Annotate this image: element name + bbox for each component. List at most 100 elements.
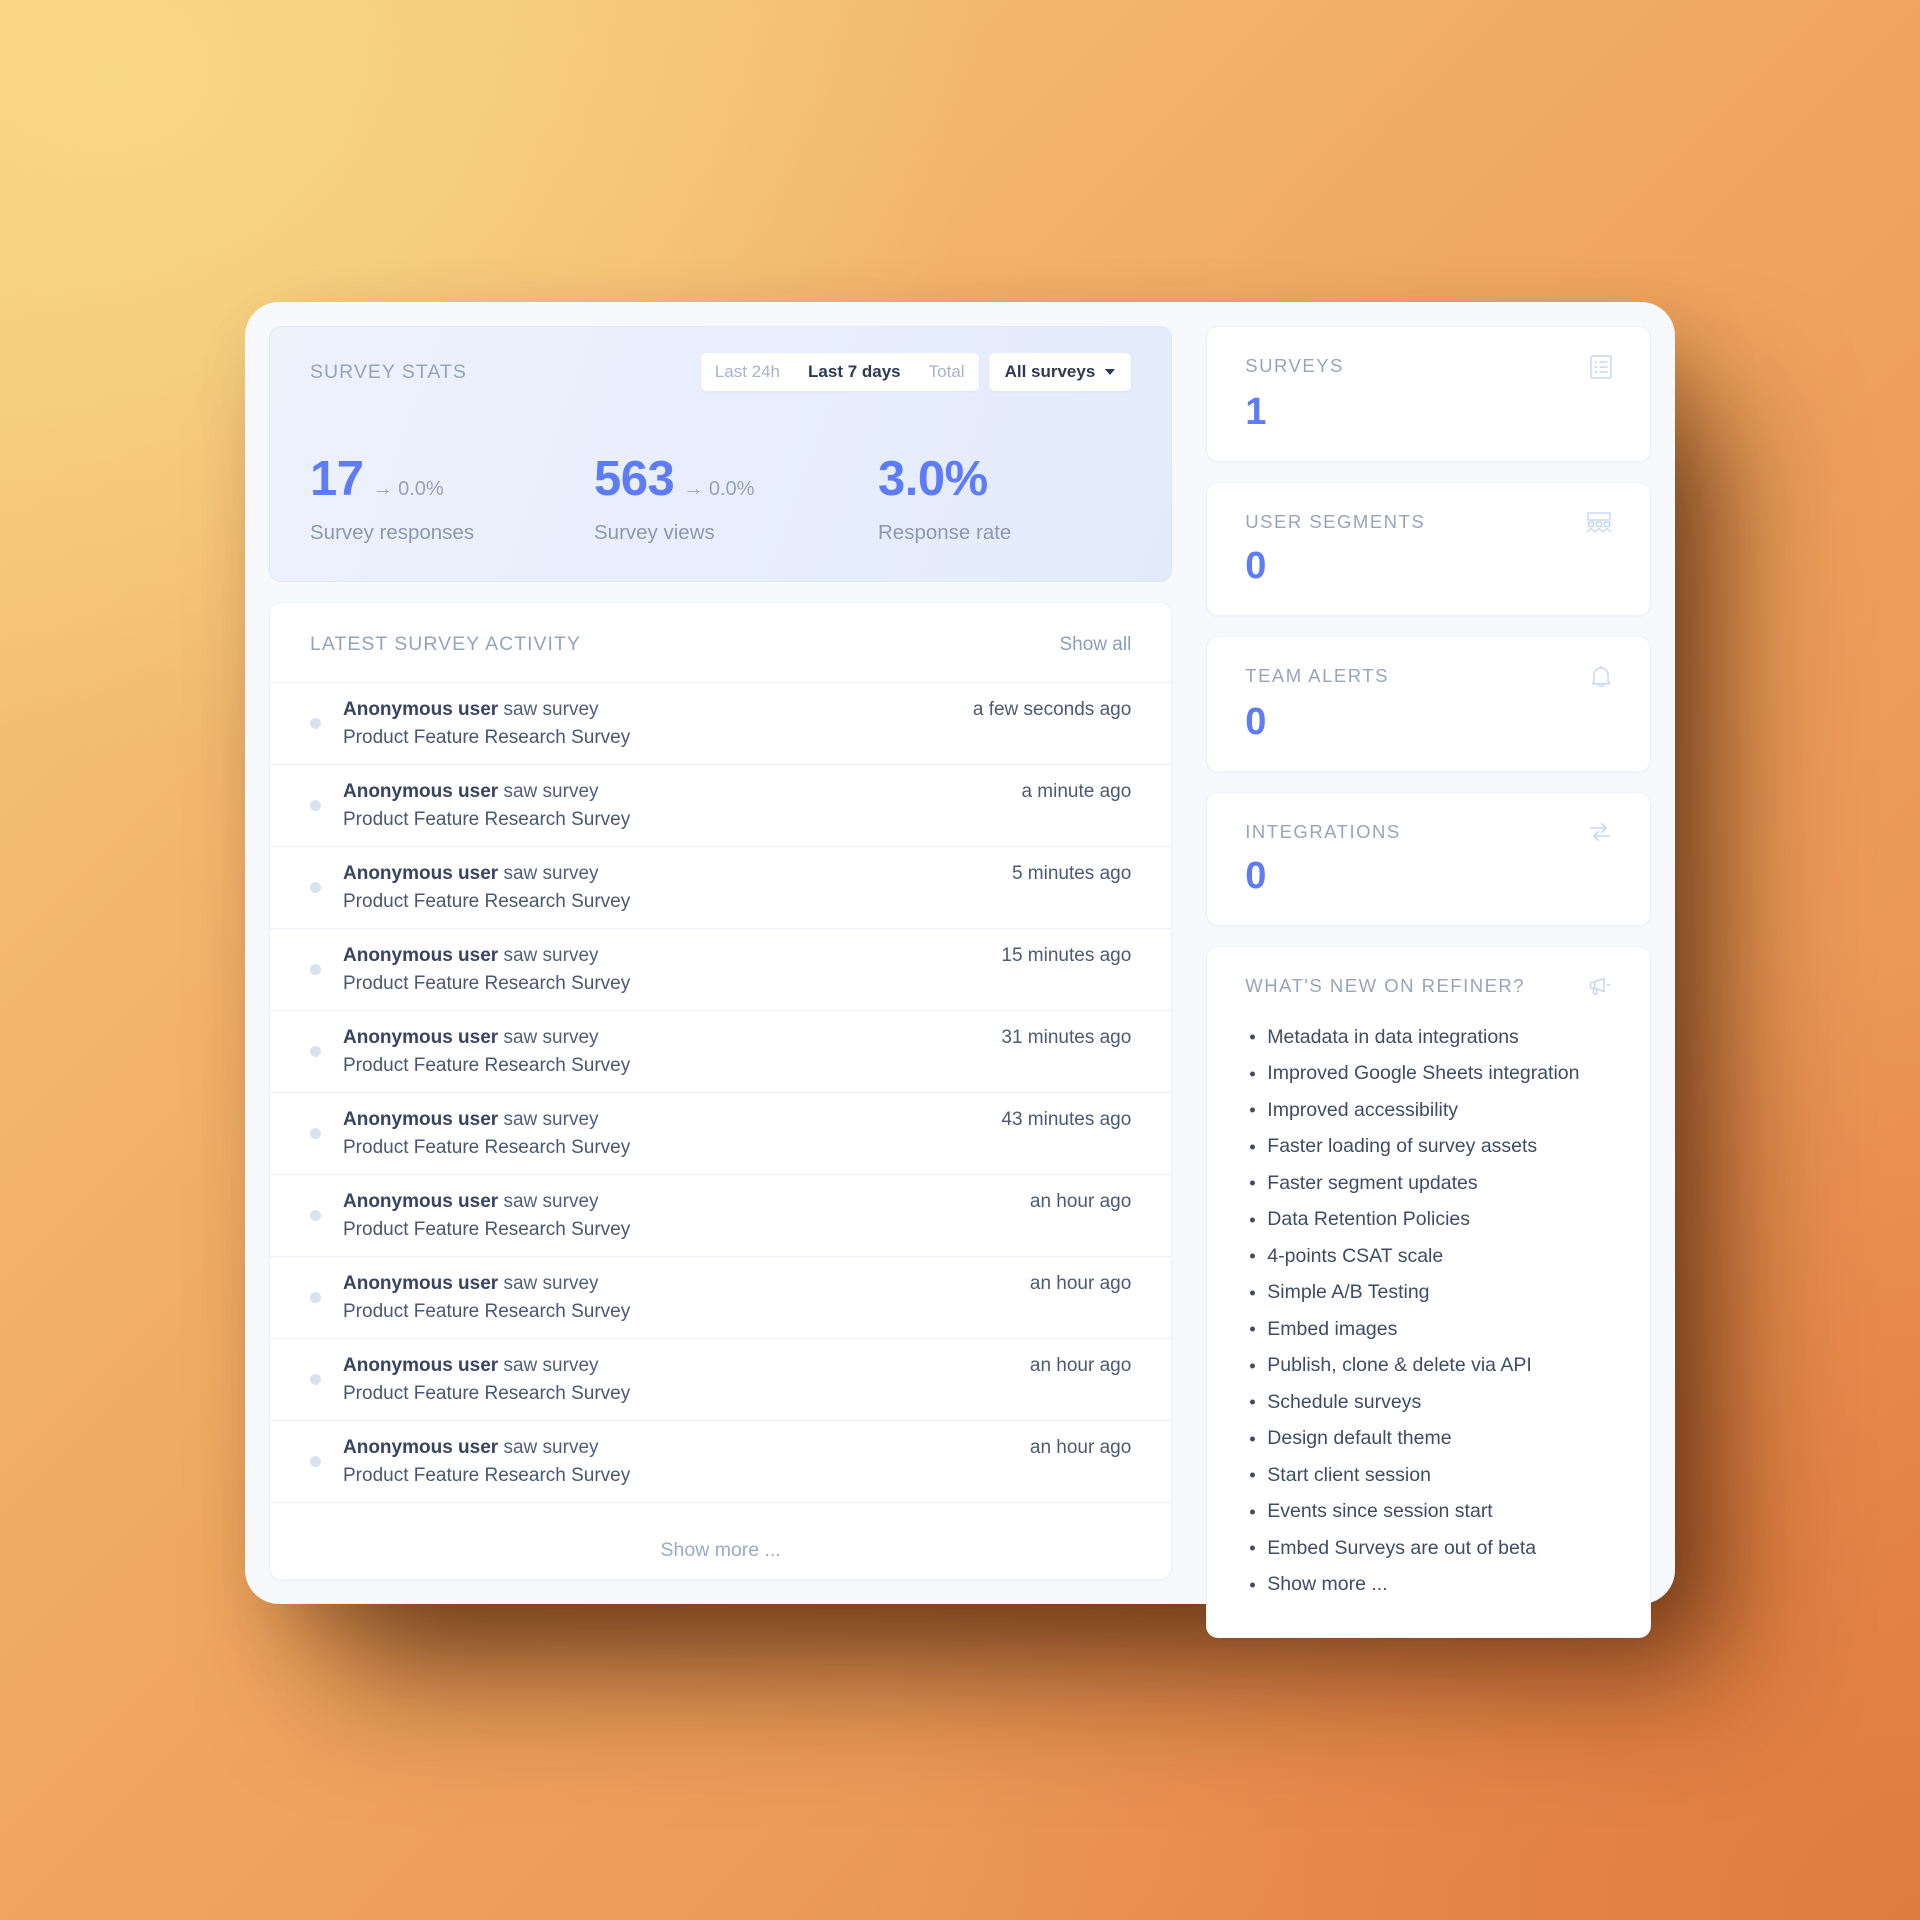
activity-row[interactable]: Anonymous user saw survey Product Feature…: [270, 682, 1172, 764]
megaphone-icon: [1588, 975, 1612, 997]
activity-row-body: Anonymous user saw survey Product Feature…: [343, 1024, 981, 1079]
activity-status-dot: [310, 964, 321, 975]
activity-row-survey-name: Product Feature Research Survey: [343, 1136, 631, 1158]
activity-row[interactable]: Anonymous user saw survey Product Feature…: [270, 846, 1172, 928]
activity-row-survey-name: Product Feature Research Survey: [343, 1300, 631, 1322]
metric-delta: → 0.0%: [372, 478, 444, 500]
whats-new-list: Metadata in data integrations Improved Go…: [1245, 1019, 1612, 1603]
activity-row[interactable]: Anonymous user saw survey Product Feature…: [270, 1092, 1172, 1174]
metric-label: Survey views: [594, 521, 715, 544]
user-segments-stat-card[interactable]: USER SEGMENTS 0: [1206, 482, 1651, 616]
activity-row[interactable]: Anonymous user saw survey Product Feature…: [270, 1010, 1172, 1092]
activity-row-timestamp: an hour ago: [1029, 1191, 1132, 1212]
activity-row-timestamp: 43 minutes ago: [1001, 1109, 1132, 1130]
activity-row-survey-name: Product Feature Research Survey: [343, 1218, 631, 1240]
metric-survey-views: 563 → 0.0% Survey views: [594, 455, 878, 545]
activity-row-action: Anonymous user saw survey: [343, 1436, 599, 1458]
activity-status-dot: [310, 1210, 321, 1221]
whats-new-item[interactable]: Metadata in data integrations: [1267, 1019, 1612, 1056]
whats-new-item[interactable]: Embed Surveys are out of beta: [1267, 1530, 1612, 1567]
survey-stats-title: SURVEY STATS: [310, 360, 467, 383]
whats-new-item[interactable]: Data Retention Policies: [1267, 1202, 1612, 1239]
metric-response-rate: 3.0% Response rate: [878, 455, 1011, 545]
bell-icon: [1590, 665, 1612, 689]
whats-new-item[interactable]: Simple A/B Testing: [1267, 1275, 1612, 1312]
activity-row[interactable]: Anonymous user saw survey Product Feature…: [270, 1256, 1172, 1338]
activity-row-body: Anonymous user saw survey Product Feature…: [343, 1270, 1010, 1325]
activity-row-body: Anonymous user saw survey Product Feature…: [343, 942, 981, 997]
whats-new-item[interactable]: Events since session start: [1267, 1494, 1612, 1531]
side-column: SURVEYS 1 USER SEGMENTS 0 TEAM ALERTS 0 …: [1206, 326, 1651, 1638]
metric-value: 3.0%: [878, 452, 988, 506]
activity-row-survey-name: Product Feature Research Survey: [343, 1054, 631, 1076]
show-more-activity-button[interactable]: Show more ...: [270, 1502, 1172, 1579]
user-segments-stat-title: USER SEGMENTS: [1245, 511, 1426, 532]
integrations-stat-card[interactable]: INTEGRATIONS 0: [1206, 792, 1651, 926]
whats-new-item[interactable]: Start client session: [1267, 1457, 1612, 1494]
activity-row-actor: Anonymous user: [343, 698, 499, 720]
whats-new-item[interactable]: Faster segment updates: [1267, 1165, 1612, 1202]
whats-new-item[interactable]: Faster loading of survey assets: [1267, 1129, 1612, 1166]
survey-select-dropdown[interactable]: All surveys: [988, 353, 1132, 391]
list-document-icon: [1590, 355, 1612, 379]
activity-title: LATEST SURVEY ACTIVITY: [310, 633, 581, 655]
activity-row[interactable]: Anonymous user saw survey Product Feature…: [270, 1420, 1172, 1502]
activity-row-survey-name: Product Feature Research Survey: [343, 726, 631, 748]
survey-stats-card: SURVEY STATS Last 24h Last 7 days Total …: [269, 326, 1173, 582]
whats-new-card: WHAT'S NEW ON REFINER? Metadata in data …: [1206, 946, 1651, 1638]
surveys-stat-card[interactable]: SURVEYS 1: [1206, 326, 1651, 462]
whats-new-item[interactable]: Embed images: [1267, 1311, 1612, 1348]
activity-row-timestamp: 15 minutes ago: [1001, 945, 1132, 966]
user-group-icon: [1586, 511, 1612, 533]
activity-row-timestamp: a minute ago: [1021, 781, 1132, 802]
whats-new-title: WHAT'S NEW ON REFINER?: [1245, 975, 1526, 996]
activity-row-action: Anonymous user saw survey: [343, 1026, 599, 1048]
activity-row-actor: Anonymous user: [343, 780, 499, 802]
activity-list: Anonymous user saw survey Product Feature…: [270, 682, 1172, 1502]
integrations-stat-value: 0: [1245, 855, 1267, 897]
activity-row-actor: Anonymous user: [343, 1108, 499, 1130]
user-segments-stat-value: 0: [1245, 545, 1267, 587]
activity-row-action: Anonymous user saw survey: [343, 862, 599, 884]
activity-status-dot: [310, 882, 321, 893]
activity-status-dot: [310, 718, 321, 729]
activity-row[interactable]: Anonymous user saw survey Product Feature…: [270, 928, 1172, 1010]
activity-row-actor: Anonymous user: [343, 862, 499, 884]
team-alerts-stat-card[interactable]: TEAM ALERTS 0: [1206, 636, 1651, 772]
whats-new-item[interactable]: Improved Google Sheets integration: [1267, 1056, 1612, 1093]
whats-new-item[interactable]: 4-points CSAT scale: [1267, 1238, 1612, 1275]
whats-new-item[interactable]: Publish, clone & delete via API: [1267, 1348, 1612, 1385]
whats-new-item[interactable]: Improved accessibility: [1267, 1092, 1612, 1129]
activity-status-dot: [310, 1046, 321, 1057]
metric-survey-responses: 17 → 0.0% Survey responses: [310, 455, 594, 545]
time-range-last-7-days[interactable]: Last 7 days: [794, 353, 915, 391]
activity-row-survey-name: Product Feature Research Survey: [343, 808, 631, 830]
activity-status-dot: [310, 1374, 321, 1385]
latest-survey-activity-card: LATEST SURVEY ACTIVITY Show all Anonymou…: [269, 602, 1173, 1580]
team-alerts-stat-title: TEAM ALERTS: [1245, 665, 1389, 686]
time-range-last-24h[interactable]: Last 24h: [701, 353, 794, 391]
activity-row-action: Anonymous user saw survey: [343, 1354, 599, 1376]
metric-delta: → 0.0%: [683, 478, 755, 500]
activity-status-dot: [310, 1292, 321, 1303]
survey-stats-filters: Last 24h Last 7 days Total All surveys: [700, 353, 1132, 391]
survey-stats-metrics: 17 → 0.0% Survey responses 563 → 0.0% Su…: [310, 455, 1131, 545]
activity-row-body: Anonymous user saw survey Product Feature…: [343, 1106, 981, 1161]
activity-row-actor: Anonymous user: [343, 1272, 499, 1294]
activity-status-dot: [310, 1128, 321, 1139]
show-all-link[interactable]: Show all: [1059, 634, 1131, 656]
activity-row-actor: Anonymous user: [343, 1190, 499, 1212]
metric-label: Survey responses: [310, 521, 475, 544]
whats-new-item[interactable]: Design default theme: [1267, 1421, 1612, 1458]
activity-row[interactable]: Anonymous user saw survey Product Feature…: [270, 1174, 1172, 1256]
activity-row[interactable]: Anonymous user saw survey Product Feature…: [270, 1338, 1172, 1420]
activity-row-action: Anonymous user saw survey: [343, 1108, 599, 1130]
activity-row[interactable]: Anonymous user saw survey Product Feature…: [270, 764, 1172, 846]
time-range-total[interactable]: Total: [915, 353, 979, 391]
whats-new-item[interactable]: Schedule surveys: [1267, 1384, 1612, 1421]
activity-row-action: Anonymous user saw survey: [343, 780, 599, 802]
whats-new-item[interactable]: Show more ...: [1267, 1567, 1612, 1604]
activity-status-dot: [310, 800, 321, 811]
sync-arrows-icon: [1588, 821, 1612, 843]
time-range-segmented-control[interactable]: Last 24h Last 7 days Total: [700, 353, 979, 391]
